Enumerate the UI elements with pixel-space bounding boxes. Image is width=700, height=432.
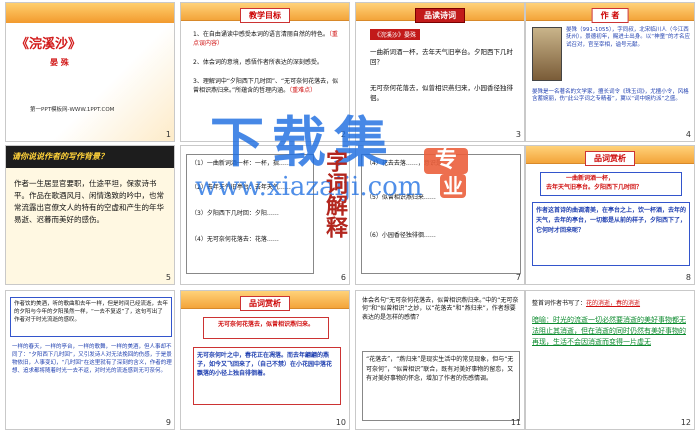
watermark-title: 下载集 <box>210 110 396 174</box>
goal-2: 2、体会词的意境，感悟作者所表达的深刻感受。 <box>193 59 323 66</box>
poem-line-1: 一曲新词酒一杯，去年天气旧亭台。夕阳西下几时回？ <box>370 48 513 66</box>
slide-thumb-9[interactable]: 作者饮的美酒，听的歌曲和去年一样，但是时间已经流逝，去年的夕阳与今年的夕阳虽然一… <box>5 290 175 430</box>
slide-number: 3 <box>515 130 521 139</box>
slide-heading: 品词赏析 <box>585 151 635 166</box>
slide-heading: 品词赏析 <box>240 296 290 311</box>
analysis-text: 无可奈何叶之中，春花正在凋落。而去年翩翩的燕子，如今又飞回来了，（自己不禁）在小… <box>197 352 333 377</box>
slide-thumbnail-grid: 《浣溪沙》 晏 殊 第一PPT模板网-WWW.1PPT.COM 1 教学目标 1… <box>0 0 700 432</box>
analysis-text: 一样的春天，一样的亭台，一样的歌舞，一样的美酒，但人事却不同了：“夕阳西下几时回… <box>12 344 172 374</box>
slide-thumb-4[interactable]: 作 者 晏殊（991-1055），字同叔，北宋临川人（今江西抚州）。景德初年，赐… <box>525 2 695 142</box>
background-question: 请你说说作者的写作背景？ <box>12 152 108 161</box>
slide-thumb-10[interactable]: 品词赏析 无可奈何花落去，似曾相识燕归来。 无可奈何叶之中，春花正在凋落。而去年… <box>180 290 350 430</box>
slide-thumb-5[interactable]: 请你说说作者的写作背景？ 作者一生居显官要职，仕途平坦，保家诗书平。作品在歌酒风… <box>5 145 175 285</box>
watermark-url: www.xiazaiji.com <box>195 172 423 202</box>
quote-line-1: 一曲新词酒一杯， <box>566 175 615 182</box>
goal-1: 1、在自由诵读中感受本词的语言清丽自然的特色。（重点误内容） <box>193 31 343 48</box>
summary-line-1: 整首词作者书写了：花的消逝，春的消逝 <box>532 299 692 308</box>
slide-number: 5 <box>165 273 171 282</box>
slide-number: 11 <box>510 418 521 427</box>
slide-heading: 品读诗词 <box>415 8 465 23</box>
slide-number: 1 <box>165 130 171 139</box>
note-3: （3）夕阳西下几时回：夕阳…… <box>191 210 279 217</box>
background-body: 作者一生居显官要职，仕途平坦，保家诗书平。作品在歌酒风月、闲情逸致的吟中，也常常… <box>14 179 164 224</box>
slide-number: 4 <box>685 130 691 139</box>
poem-subtitle: 《浣溪沙》晏殊 <box>370 29 421 40</box>
slide-bg <box>6 3 174 141</box>
author-bio-1: 晏殊（991-1055），字同叔，北宋临川人（今江西抚州）。景德初年，赐进士出身… <box>566 27 690 48</box>
note-4: （4）无可奈何花落去：花落…… <box>191 236 279 243</box>
question-text: 体会名句“无可奈何花落去，似曾相识燕归来。”中的“无可奈何”和“似曾相识”之妙，… <box>362 297 519 321</box>
summary-metaphor: 暗喻：时光的流逝一切必然要消逝的美好事物都无法阻止其消逝，但在消逝的同时仍然有美… <box>532 316 686 346</box>
vertical-label: 字词解释 <box>322 150 347 238</box>
analysis-text: 作者这首诗的曲调清美，在亭台之上，饮一杯酒，去年的天气，去年的亭台，一切都是从前… <box>536 207 687 234</box>
note-3: （6）小园香径独徘徊…… <box>366 232 436 239</box>
goal-3-note: （重难点） <box>289 86 317 94</box>
slide-number: 10 <box>335 418 346 427</box>
quote-line-2: 去年天气旧亭台。夕阳西下几时回？ <box>546 184 643 191</box>
author-portrait <box>532 27 562 81</box>
answer-text: “花落去”，“燕归来”是现实生活中的常见现象，但与“无可奈何”，“似曾相识”联合… <box>366 356 514 383</box>
goal-1-text: 1、在自由诵读中感受本词的语言清丽自然的特色。 <box>193 31 329 38</box>
slide-footer: 第一PPT模板网-WWW.1PPT.COM <box>30 107 115 113</box>
slide-number: 9 <box>165 418 171 427</box>
summary-lead: 整首词作者书写了： <box>532 300 587 307</box>
slide-title: 《浣溪沙》 <box>16 37 82 52</box>
slide-thumb-8[interactable]: 品词赏析 一曲新词酒一杯， 去年天气旧亭台。夕阳西下几时回？ 作者这首诗的曲调清… <box>525 145 695 285</box>
slide-number: 8 <box>685 273 691 282</box>
summary-line-2: 暗喻：时光的流逝一切必然要消逝的美好事物都无法阻止其消逝，但在消逝的同时仍然有美… <box>532 315 692 348</box>
watermark-badge-1: 专 <box>424 148 468 174</box>
goal-3-text: 3、理解词中“夕阳西下几时回”、“无可奈何花落去，似曾相识燕归来。”所蕴含的哲理… <box>193 78 339 94</box>
watermark-badge-2: 业 <box>440 174 466 198</box>
slide-number: 6 <box>340 273 346 282</box>
slide-number: 12 <box>680 418 691 427</box>
slide-number: 7 <box>515 273 521 282</box>
slide-thumb-1[interactable]: 《浣溪沙》 晏 殊 第一PPT模板网-WWW.1PPT.COM 1 <box>5 2 175 142</box>
author-bio-2: 晏殊是一名著名的文学家，擅长词令《珠玉词》，尤擅小令，风格含蓄婉丽，伤“此公字词… <box>532 89 689 103</box>
goal-3: 3、理解词中“夕阳西下几时回”、“无可奈何花落去，似曾相识燕归来。”所蕴含的哲理… <box>193 78 343 95</box>
quote-text: 无可奈何花落去，似曾相识燕归来。 <box>217 321 314 328</box>
slide-author: 晏 殊 <box>50 58 69 67</box>
summary-key: 花的消逝，春的消逝 <box>586 300 641 307</box>
slide-heading: 教学目标 <box>240 8 290 23</box>
summary-text: 作者饮的美酒，听的歌曲和去年一样，但是时间已经流逝，去年的夕阳与今年的夕阳虽然一… <box>14 301 169 323</box>
slide-thumb-12[interactable]: 整首词作者书写了：花的消逝，春的消逝 暗喻：时光的流逝一切必然要消逝的美好事物都… <box>525 290 695 430</box>
title-band <box>6 3 174 23</box>
slide-thumb-11[interactable]: 体会名句“无可奈何花落去，似曾相识燕归来。”中的“无可奈何”和“似曾相识”之妙，… <box>355 290 525 430</box>
slide-heading: 作 者 <box>591 8 629 23</box>
